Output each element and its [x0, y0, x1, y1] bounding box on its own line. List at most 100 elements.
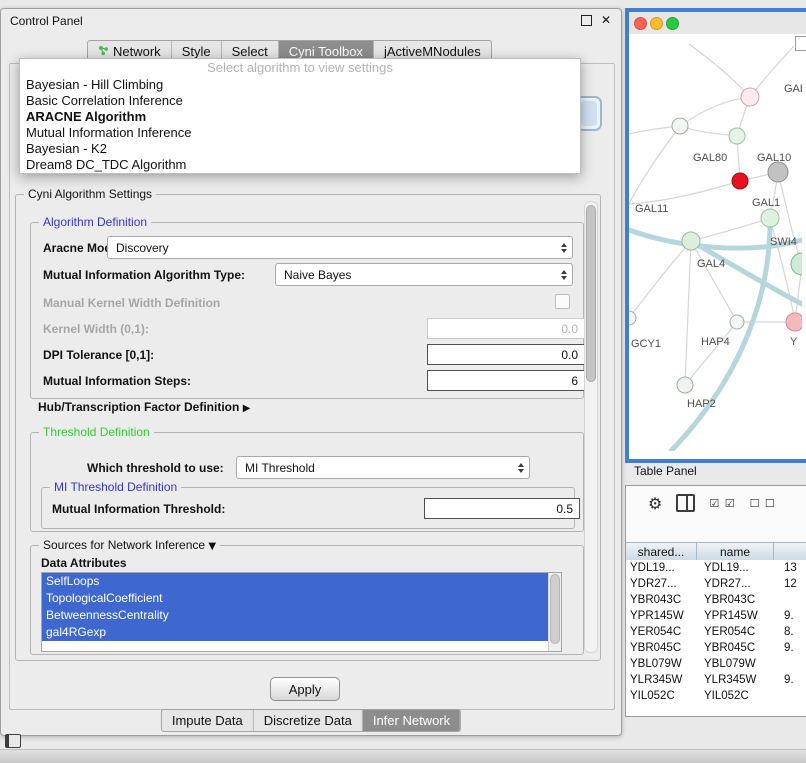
column-header[interactable]: name — [697, 542, 774, 562]
algorithm-option[interactable]: Bayesian - K2 — [20, 141, 580, 157]
list-scrollbar[interactable] — [548, 573, 561, 651]
table-cell: YIL052C — [626, 688, 700, 704]
stepper-arrows-icon — [561, 270, 567, 280]
column-header[interactable]: shared... — [626, 542, 697, 562]
bottom-tab-infer-network[interactable]: Infer Network — [363, 710, 460, 731]
mi-type-select[interactable]: Naive Bayes — [275, 263, 573, 286]
network-node[interactable] — [761, 209, 779, 227]
table-row[interactable]: YLR345WYLR345W9. — [626, 672, 806, 688]
algorithm-option[interactable]: Basic Correlation Inference — [20, 93, 580, 109]
mi-threshold-group: MI Threshold Definition Mutual Informati… — [41, 487, 575, 529]
select-all-icon[interactable]: ☑ ☑ — [709, 497, 735, 510]
mi-steps-label: Mutual Information Steps: — [43, 374, 191, 388]
table-cell: 13 — [780, 560, 806, 576]
data-attribute-item[interactable]: SelfLoops — [42, 573, 549, 590]
control-panel-window: Control Panel ✕ NetworkStyleSelectCyni T… — [0, 8, 622, 736]
algorithm-option[interactable]: Dream8 DC_TDC Algorithm — [20, 157, 580, 173]
settings-gear-icon[interactable]: ⚙ — [648, 494, 662, 513]
mi-type-label: Mutual Information Algorithm Type: — [43, 268, 245, 282]
network-edge — [680, 97, 750, 126]
data-attribute-item[interactable]: gal4RGexp — [42, 624, 549, 641]
network-node[interactable] — [672, 118, 688, 134]
algorithm-option[interactable]: Mutual Information Inference — [20, 125, 580, 141]
network-node[interactable] — [732, 173, 748, 189]
table-header-row: shared...name — [626, 542, 806, 560]
algorithm-option[interactable]: ARACNE Algorithm — [20, 109, 580, 125]
network-node-label: GCY1 — [631, 338, 661, 350]
network-canvas[interactable]: GALGAL80GAL10GAL11GAL1SWI4GAL4GCY1HAP4YH… — [629, 34, 806, 459]
table-row[interactable]: YBR043CYBR043C — [626, 592, 806, 608]
table-row[interactable]: YDL19...YDL19...13 — [626, 560, 806, 576]
table-cell: YLR345W — [626, 672, 700, 688]
algorithm-placeholder: Select algorithm to view settings — [20, 59, 580, 77]
apply-button[interactable]: Apply — [270, 677, 340, 701]
sources-section-toggle[interactable]: Sources for Network Inference ▼ — [39, 538, 220, 552]
close-window-button[interactable]: ✕ — [601, 14, 611, 26]
manual-kernel-checkbox[interactable] — [555, 294, 570, 309]
table-row[interactable]: YPR145WYPR145W9. — [626, 608, 806, 624]
table-cell: 9. — [780, 672, 806, 688]
column-header[interactable] — [774, 542, 806, 562]
table-cell: YBR043C — [626, 592, 700, 608]
settings-scrollbar[interactable] — [584, 201, 598, 653]
kernel-width-input[interactable]: 0.0 — [427, 318, 585, 339]
mi-steps-input[interactable]: 6 — [427, 370, 585, 391]
float-window-button[interactable] — [581, 15, 592, 26]
mi-threshold-group-title: MI Threshold Definition — [50, 480, 181, 494]
network-node[interactable] — [741, 88, 759, 106]
list-scrollbar-thumb[interactable] — [550, 574, 560, 644]
network-node[interactable] — [677, 377, 693, 393]
which-threshold-label: Which threshold to use: — [87, 461, 224, 475]
settings-scrollbar-thumb[interactable] — [586, 205, 596, 382]
bottom-tab-impute-data[interactable]: Impute Data — [162, 710, 254, 731]
column-selector-icon[interactable] — [676, 494, 695, 512]
table-row[interactable]: YER054CYER054C8. — [626, 624, 806, 640]
window-title: Control Panel — [10, 14, 83, 28]
close-traffic-light-icon[interactable] — [634, 17, 647, 30]
aracne-mode-select[interactable]: Discovery — [107, 236, 573, 259]
table-cell: 8. — [780, 624, 806, 640]
network-node-label: SWI4 — [770, 236, 797, 248]
network-edge — [629, 241, 691, 318]
network-edge — [689, 44, 750, 97]
algorithm-dropdown-popup: Select algorithm to view settings Bayesi… — [19, 58, 581, 174]
which-threshold-select[interactable]: MI Threshold — [236, 456, 530, 479]
network-window-titlebar[interactable] — [629, 12, 806, 34]
deselect-all-icon[interactable]: ☐ ☐ — [750, 497, 776, 510]
bottom-edge-strip — [0, 749, 806, 763]
network-node[interactable] — [629, 311, 636, 325]
network-node[interactable] — [768, 162, 788, 182]
data-attributes-list[interactable]: SelfLoopsTopologicalCoefficientBetweenne… — [41, 572, 562, 652]
network-node-label: GAL10 — [757, 152, 791, 164]
docked-panel-icon[interactable] — [5, 734, 21, 748]
zoom-traffic-light-icon[interactable] — [666, 17, 679, 30]
network-overview-box[interactable] — [795, 36, 806, 51]
network-node[interactable] — [791, 253, 802, 275]
table-cell: YER054C — [626, 624, 700, 640]
data-attribute-item[interactable]: BetweennessCentrality — [42, 607, 549, 624]
hub-section-toggle[interactable]: Hub/Transcription Factor Definition ▶ — [38, 400, 250, 414]
collapse-down-icon: ▼ — [208, 541, 216, 552]
table-row[interactable]: YIL052CYIL052C — [626, 688, 806, 704]
bottom-tab-discretize-data[interactable]: Discretize Data — [254, 710, 363, 731]
network-node[interactable] — [730, 315, 744, 329]
data-attribute-item[interactable]: TopologicalCoefficient — [42, 590, 549, 607]
network-node[interactable] — [729, 128, 745, 144]
table-cell: YDL19... — [700, 560, 780, 576]
table-cell — [780, 688, 806, 704]
mi-threshold-input[interactable]: 0.5 — [424, 498, 580, 519]
table-row[interactable]: YBL079WYBL079W — [626, 656, 806, 672]
control-panel-titlebar: Control Panel ✕ — [1, 9, 621, 33]
minimize-traffic-light-icon[interactable] — [650, 17, 663, 30]
network-view-window[interactable]: GALGAL80GAL10GAL11GAL1SWI4GAL4GCY1HAP4YH… — [625, 8, 806, 463]
table-row[interactable]: YDR27...YDR27...12 — [626, 576, 806, 592]
table-panel-title: Table Panel — [634, 464, 697, 478]
network-node[interactable] — [682, 232, 700, 250]
table-cell: YDR27... — [626, 576, 700, 592]
stepper-arrows-icon — [518, 463, 524, 473]
table-row[interactable]: YBR045CYBR045C9. — [626, 640, 806, 656]
algorithm-option[interactable]: Bayesian - Hill Climbing — [20, 77, 580, 93]
table-cell: YPR145W — [626, 608, 700, 624]
dpi-tolerance-input[interactable]: 0.0 — [427, 344, 585, 365]
network-node[interactable] — [786, 313, 802, 331]
